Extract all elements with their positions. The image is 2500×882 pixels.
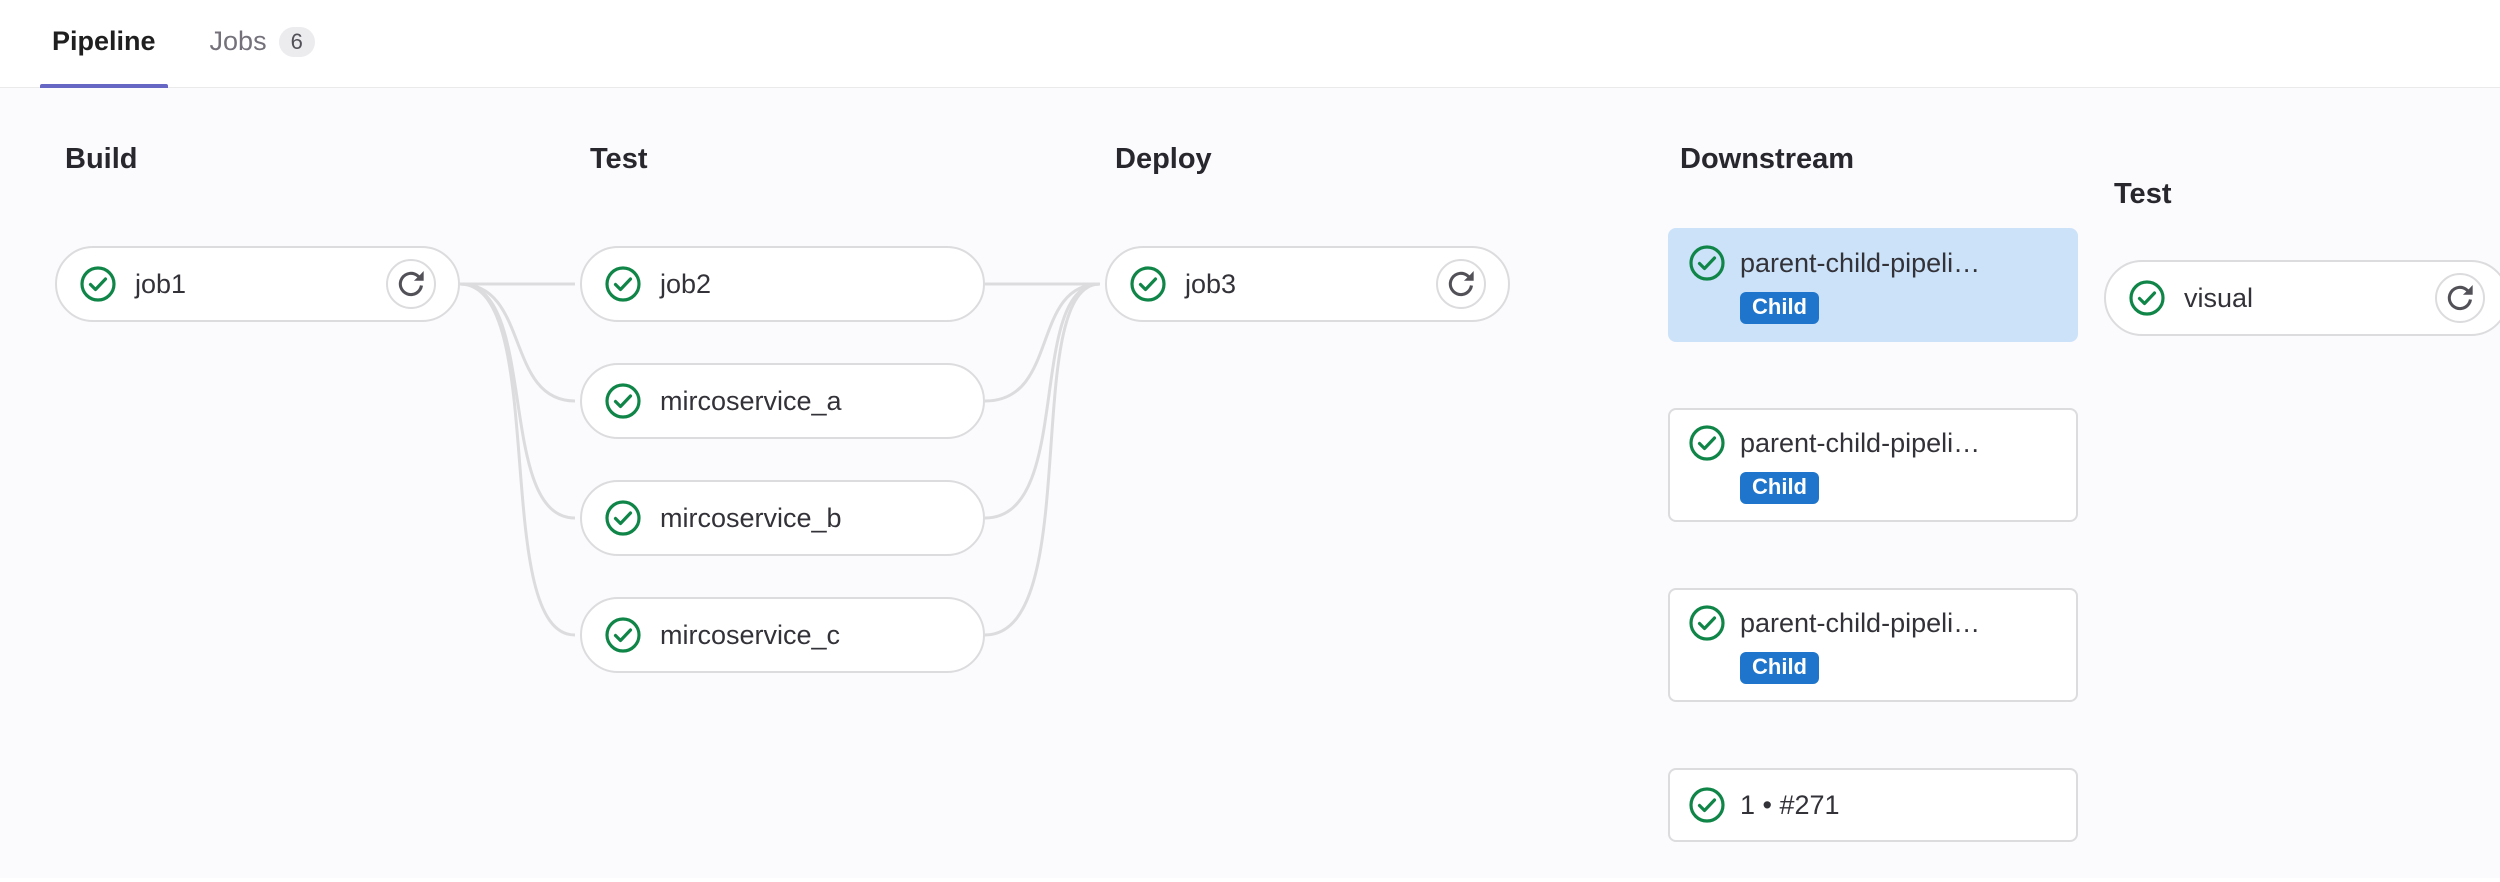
stage-header-test: Test <box>590 143 647 176</box>
status-passed-icon <box>604 499 642 537</box>
tab-pipeline[interactable]: Pipeline <box>40 8 168 87</box>
downstream-card-3[interactable]: 1 • #271 <box>1668 768 2078 842</box>
job-label: mircoservice_c <box>660 620 840 651</box>
job-label: job3 <box>1185 269 1236 300</box>
downstream-label: parent-child-pipeli… <box>1740 248 1980 279</box>
status-passed-icon <box>1129 265 1167 303</box>
retry-button[interactable] <box>386 259 436 309</box>
retry-icon <box>398 271 424 297</box>
job-pill-job3[interactable]: job3 <box>1105 246 1510 322</box>
downstream-card-0[interactable]: parent-child-pipeli… Child <box>1668 228 2078 342</box>
status-passed-icon <box>1688 786 1726 824</box>
stage-header-build: Build <box>65 143 138 176</box>
retry-icon <box>1448 271 1474 297</box>
retry-button[interactable] <box>2435 273 2485 323</box>
child-badge: Child <box>1740 292 1819 324</box>
status-passed-icon <box>604 265 642 303</box>
status-passed-icon <box>604 382 642 420</box>
downstream-card-1[interactable]: parent-child-pipeli… Child <box>1668 408 2078 522</box>
job-pill-mircoservice-c[interactable]: mircoservice_c <box>580 597 985 673</box>
status-passed-icon <box>604 616 642 654</box>
downstream-label: parent-child-pipeli… <box>1740 428 1980 459</box>
job-label: job2 <box>660 269 711 300</box>
pipeline-graph: Build job1 Test job2 mircoservice_a mirc… <box>0 88 2500 878</box>
job-pill-mircoservice-b[interactable]: mircoservice_b <box>580 480 985 556</box>
child-badge: Child <box>1740 472 1819 504</box>
retry-icon <box>2447 285 2473 311</box>
status-passed-icon <box>1688 604 1726 642</box>
status-passed-icon <box>1688 244 1726 282</box>
tab-jobs-label: Jobs <box>210 26 267 57</box>
downstream-label: 1 • #271 <box>1740 790 1840 821</box>
stage-header-deploy: Deploy <box>1115 143 1212 176</box>
job-pill-job2[interactable]: job2 <box>580 246 985 322</box>
job-pill-visual[interactable]: visual <box>2104 260 2500 336</box>
status-passed-icon <box>79 265 117 303</box>
tab-pipeline-label: Pipeline <box>52 26 156 57</box>
stage-header-downstream: Downstream <box>1680 143 1854 176</box>
stage-header-test-2: Test <box>2114 178 2171 211</box>
job-label: mircoservice_b <box>660 503 842 534</box>
job-pill-job1[interactable]: job1 <box>55 246 460 322</box>
tab-jobs[interactable]: Jobs 6 <box>198 8 327 87</box>
downstream-card-2[interactable]: parent-child-pipeli… Child <box>1668 588 2078 702</box>
job-label: mircoservice_a <box>660 386 842 417</box>
downstream-label: parent-child-pipeli… <box>1740 608 1980 639</box>
job-label: job1 <box>135 269 186 300</box>
tab-jobs-count-badge: 6 <box>279 27 315 57</box>
status-passed-icon <box>2128 279 2166 317</box>
job-pill-mircoservice-a[interactable]: mircoservice_a <box>580 363 985 439</box>
child-badge: Child <box>1740 652 1819 684</box>
status-passed-icon <box>1688 424 1726 462</box>
pipeline-tabs: Pipeline Jobs 6 <box>0 0 2500 88</box>
retry-button[interactable] <box>1436 259 1486 309</box>
job-label: visual <box>2184 283 2253 314</box>
